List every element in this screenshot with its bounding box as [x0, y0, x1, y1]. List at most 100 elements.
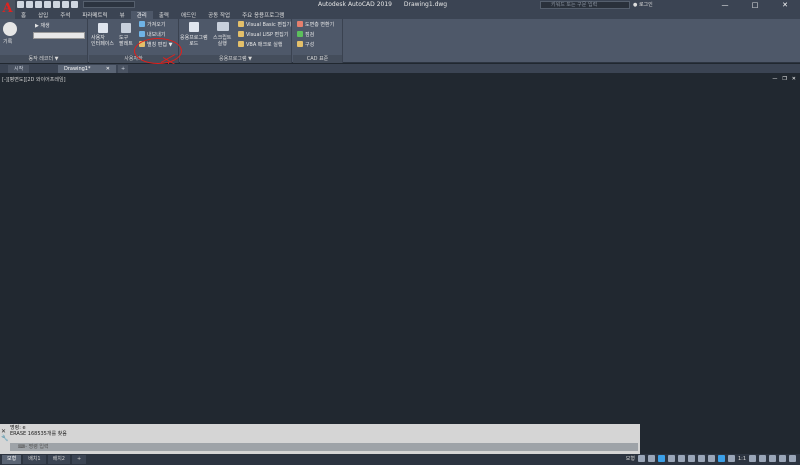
tool-palettes-label[interactable]: 도구 팔레트 [119, 35, 133, 47]
new-icon[interactable] [17, 1, 24, 8]
maximize-button[interactable]: □ [740, 0, 770, 10]
tab-layout1[interactable]: 배치1 [23, 455, 46, 464]
run-macro-button[interactable]: VBA 매크로 실행 [246, 41, 282, 48]
command-input[interactable]: ⌨- 명령 입력 [10, 443, 638, 451]
window-controls: — □ ✕ [710, 0, 800, 10]
app-name: Autodesk AutoCAD 2019 [318, 1, 392, 8]
snap-icon[interactable] [647, 455, 655, 462]
tab-insert[interactable]: 삽입 [32, 11, 54, 19]
tool-palettes-icon[interactable] [121, 23, 131, 33]
panel-footer-action[interactable]: 동작 레코더 ▼ [0, 55, 87, 63]
annotation-scale[interactable]: 1:1 [738, 456, 746, 462]
tab-addins[interactable]: 애드인 [175, 11, 202, 19]
panel-action-recorder: 기록 ▶ 재생 동작 레코더 ▼ [0, 19, 88, 63]
redo-icon[interactable] [71, 1, 78, 8]
vlisp-editor-button[interactable]: Visual LISP 편집기 [246, 31, 288, 38]
configure-icon [297, 41, 303, 47]
layer-dropdown[interactable] [83, 1, 135, 8]
play-button[interactable]: ▶ 재생 [35, 22, 50, 29]
tab-layout2[interactable]: 배치2 [47, 455, 70, 464]
save-as-icon[interactable] [44, 1, 51, 8]
search-input[interactable]: 키워드 또는 구문 입력 [540, 1, 630, 9]
plot-icon[interactable] [53, 1, 60, 8]
check-button[interactable]: 점검 [305, 31, 314, 38]
tab-annotate[interactable]: 주석 [54, 11, 76, 19]
macro-dropdown[interactable] [33, 32, 85, 39]
import-button[interactable]: 가져오기 [147, 21, 165, 28]
record-icon[interactable] [3, 22, 17, 36]
layer-translator-icon [297, 21, 303, 27]
close-tab-icon[interactable]: ✕ [106, 65, 110, 73]
viewport-restore-icon[interactable]: ❐ [782, 76, 786, 82]
command-close-icon[interactable]: ✕ 🔧 [1, 428, 8, 442]
vlisp-editor-icon [238, 31, 244, 37]
workspace-gear-icon[interactable] [749, 455, 756, 462]
tab-collaborate[interactable]: 공동 작업 [202, 11, 236, 19]
run-script-label[interactable]: 스크립트 실행 [213, 35, 231, 47]
tab-featured-apps[interactable]: 주요 응용프로그램 [236, 11, 290, 19]
panel-applications: 응용프로그램 로드 스크립트 실행 Visual Basic 편집기 Visua… [180, 19, 292, 63]
isolate-objects-icon[interactable] [759, 455, 766, 462]
command-history: 명령: e ERASE 168535개를 찾음 [10, 425, 67, 437]
tab-drawing1[interactable]: Drawing1* ✕ [58, 65, 116, 73]
save-icon[interactable] [35, 1, 42, 8]
polar-icon[interactable] [667, 455, 675, 462]
ortho-icon[interactable] [657, 455, 665, 462]
user-interface-icon[interactable] [98, 23, 108, 33]
tab-view[interactable]: 뷰 [114, 11, 131, 19]
window-title: Autodesk AutoCAD 2019 Drawing1.dwg [318, 1, 457, 8]
minimize-button[interactable]: — [710, 0, 740, 10]
close-button[interactable]: ✕ [770, 0, 800, 10]
annotation-visibility-icon[interactable] [717, 455, 725, 462]
add-layout-button[interactable]: + [71, 455, 87, 464]
load-application-icon[interactable] [189, 22, 199, 32]
file-name: Drawing1.dwg [403, 1, 448, 8]
viewport-controls-label[interactable]: [-][평면도][2D 와이어프레임] [2, 76, 66, 83]
open-icon[interactable] [26, 1, 33, 8]
tab-home[interactable]: 홈 [15, 11, 32, 19]
panel-footer-applications[interactable]: 응용프로그램 ▼ [180, 55, 291, 63]
object-snap-icon[interactable] [687, 455, 695, 462]
sign-in-button[interactable]: ● 로그인 [633, 1, 653, 8]
osnap-tracking-icon[interactable] [697, 455, 705, 462]
ribbon-tabs: 홈 삽입 주석 파라메트릭 뷰 관리 출력 애드인 공동 작업 주요 응용프로그… [15, 10, 800, 19]
annotation-circle [134, 38, 182, 64]
load-application-label[interactable]: 응용프로그램 로드 [180, 35, 208, 47]
vba-editor-icon [238, 21, 244, 27]
configure-button[interactable]: 구성 [305, 41, 314, 48]
undo-icon[interactable] [62, 1, 69, 8]
check-icon [297, 31, 303, 37]
grid-icon[interactable] [637, 455, 645, 462]
isodraft-icon[interactable] [677, 455, 685, 462]
file-tabs: 시작 Drawing1* ✕ + [0, 64, 800, 73]
layer-translator-button[interactable]: 도면층 변환기 [305, 21, 334, 28]
run-script-icon[interactable] [217, 22, 229, 31]
clean-screen-icon[interactable] [779, 455, 786, 462]
viewport-minimize-icon[interactable]: — [772, 76, 777, 82]
panel-footer-cad-standards: CAD 표준 [293, 55, 342, 63]
hardware-acceleration-icon[interactable] [769, 455, 776, 462]
command-prompt-icon: ⌨- [18, 444, 29, 450]
status-toggles: 모형 1:1 [626, 455, 796, 462]
run-macro-icon [238, 41, 244, 47]
panel-cad-standards: 도면층 변환기 점검 구성 CAD 표준 [293, 19, 343, 63]
export-button[interactable]: 내보내기 [147, 31, 165, 38]
autocad-logo-icon[interactable]: A [0, 0, 15, 19]
tab-start[interactable]: 시작 [8, 65, 30, 73]
user-interface-label[interactable]: 사용자 인터페이스 [91, 35, 114, 47]
viewport-window-controls: — ❐ ✕ [772, 76, 796, 82]
lineweight-icon[interactable] [707, 455, 715, 462]
tab-parametric[interactable]: 파라메트릭 [76, 11, 113, 19]
vba-editor-button[interactable]: Visual Basic 편집기 [246, 21, 291, 28]
model-space-label[interactable]: 모형 [626, 455, 635, 462]
new-tab-button[interactable]: + [118, 65, 129, 73]
export-icon [139, 31, 145, 37]
drawing-area[interactable] [0, 73, 800, 423]
auto-scale-icon[interactable] [727, 455, 735, 462]
viewport-close-icon[interactable]: ✕ [792, 76, 796, 82]
record-label: 기록 [3, 39, 13, 45]
tab-output[interactable]: 출력 [153, 11, 175, 19]
tab-model[interactable]: 모형 [2, 455, 22, 464]
tab-manage[interactable]: 관리 [130, 10, 153, 19]
customize-menu-icon[interactable] [789, 455, 796, 462]
